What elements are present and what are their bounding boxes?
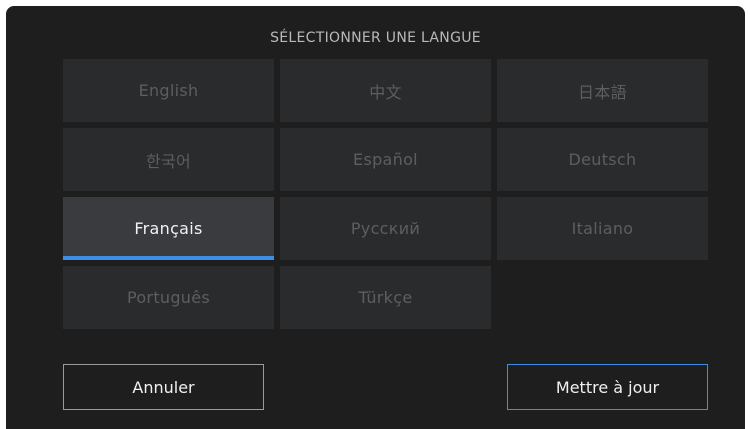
language-label: Türkçe: [358, 288, 413, 307]
language-option-russian[interactable]: Русский: [280, 197, 491, 260]
language-option-turkish[interactable]: Türkçe: [280, 266, 491, 329]
language-label: Italiano: [571, 219, 634, 238]
language-option-portuguese[interactable]: Português: [63, 266, 274, 329]
cancel-button[interactable]: Annuler: [63, 364, 264, 410]
language-label: Français: [134, 219, 203, 238]
language-label: Español: [353, 150, 418, 169]
language-label: Русский: [350, 219, 421, 238]
language-option-italian[interactable]: Italiano: [497, 197, 708, 260]
language-label: English: [138, 81, 199, 100]
language-option-chinese[interactable]: 中文: [280, 59, 491, 122]
language-option-japanese[interactable]: 日本語: [497, 59, 708, 122]
selected-indicator: [63, 256, 274, 260]
language-label: Português: [126, 288, 211, 307]
language-option-german[interactable]: Deutsch: [497, 128, 708, 191]
language-option-korean[interactable]: 한국어: [63, 128, 274, 191]
language-label: 한국어: [145, 151, 192, 171]
language-option-french[interactable]: Français: [63, 197, 274, 260]
language-grid: English 中文 日本語 한국어 Español Deutsch Franç…: [63, 59, 708, 329]
language-label: 中文: [369, 82, 402, 102]
language-option-spanish[interactable]: Español: [280, 128, 491, 191]
language-option-english[interactable]: English: [63, 59, 274, 122]
language-label: 日本語: [578, 82, 627, 102]
update-label: Mettre à jour: [555, 377, 660, 397]
language-label: Deutsch: [568, 150, 637, 169]
language-dialog: SÉLECTIONNER UNE LANGUE English 中文 日本語 한…: [6, 6, 745, 429]
update-button[interactable]: Mettre à jour: [507, 364, 708, 410]
cancel-label: Annuler: [132, 377, 195, 397]
dialog-title: SÉLECTIONNER UNE LANGUE: [270, 30, 481, 46]
